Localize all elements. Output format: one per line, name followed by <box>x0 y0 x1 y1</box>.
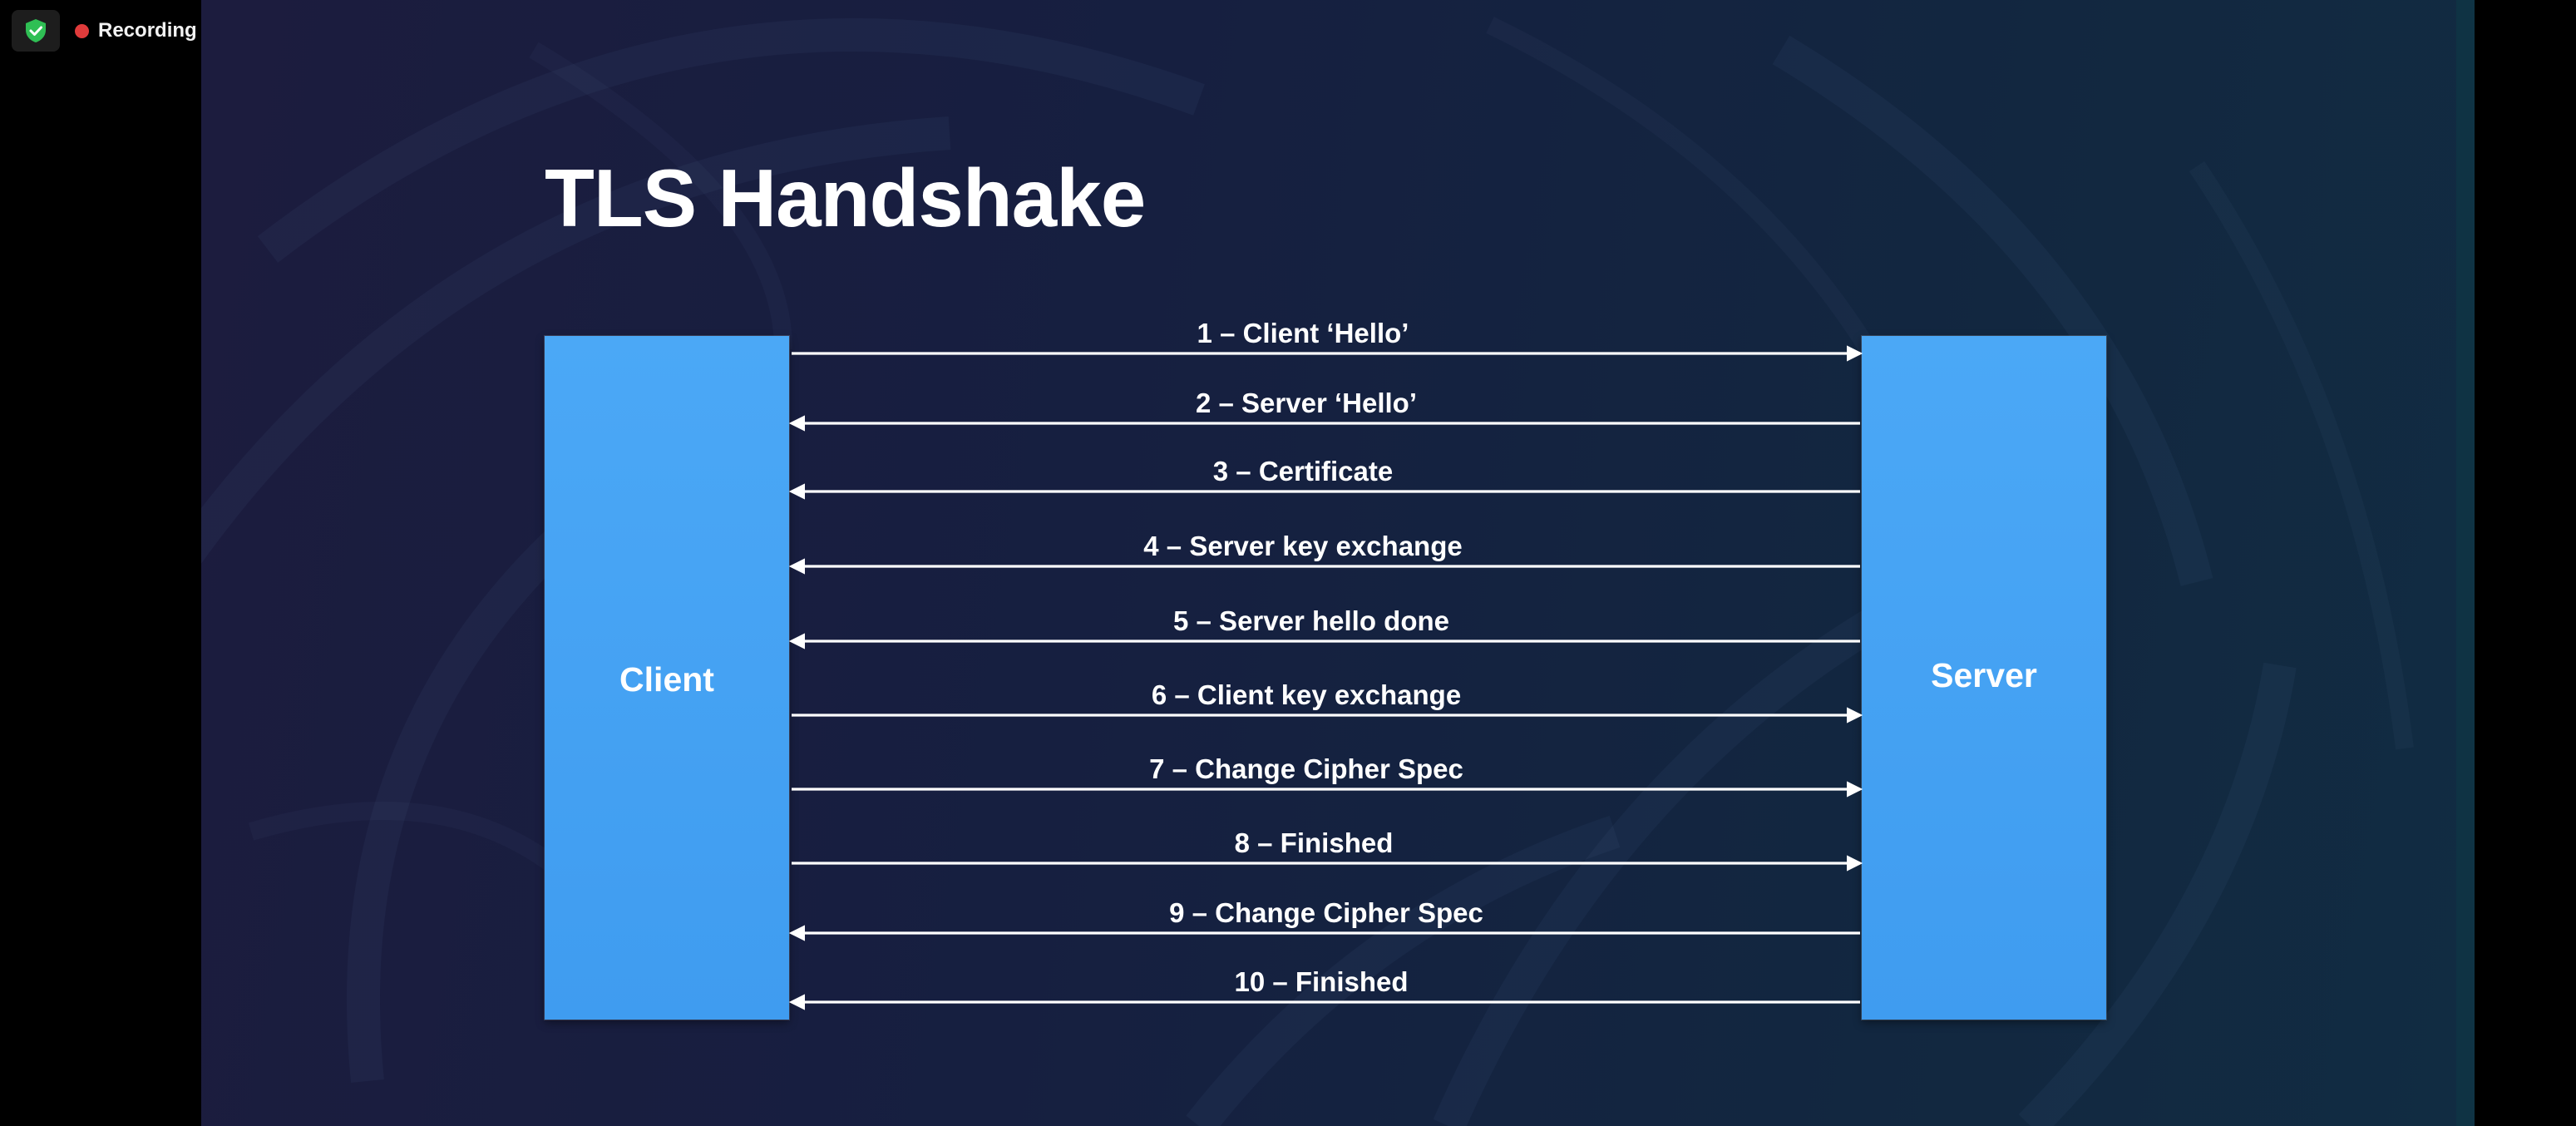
message-label-3: 3 – Certificate <box>1212 456 1394 486</box>
handshake-arrows <box>788 345 1863 1010</box>
message-label-1: 1 – Client ‘Hello’ <box>1197 318 1409 348</box>
message-label-7: 7 – Change Cipher Spec <box>1149 753 1463 784</box>
screen: Recording TLS Handshake Client Server 1 … <box>0 0 2576 1126</box>
message-label-4: 4 – Server key exchange <box>1143 531 1463 561</box>
message-label-6: 6 – Client key exchange <box>1151 679 1462 710</box>
message-label-2: 2 – Server ‘Hello’ <box>1196 388 1417 418</box>
message-label-5: 5 – Server hello done <box>1173 605 1449 636</box>
message-label-9: 9 – Change Cipher Spec <box>1169 897 1483 928</box>
message-label-10: 10 – Finished <box>1234 966 1409 997</box>
message-label-8: 8 – Finished <box>1234 827 1394 858</box>
